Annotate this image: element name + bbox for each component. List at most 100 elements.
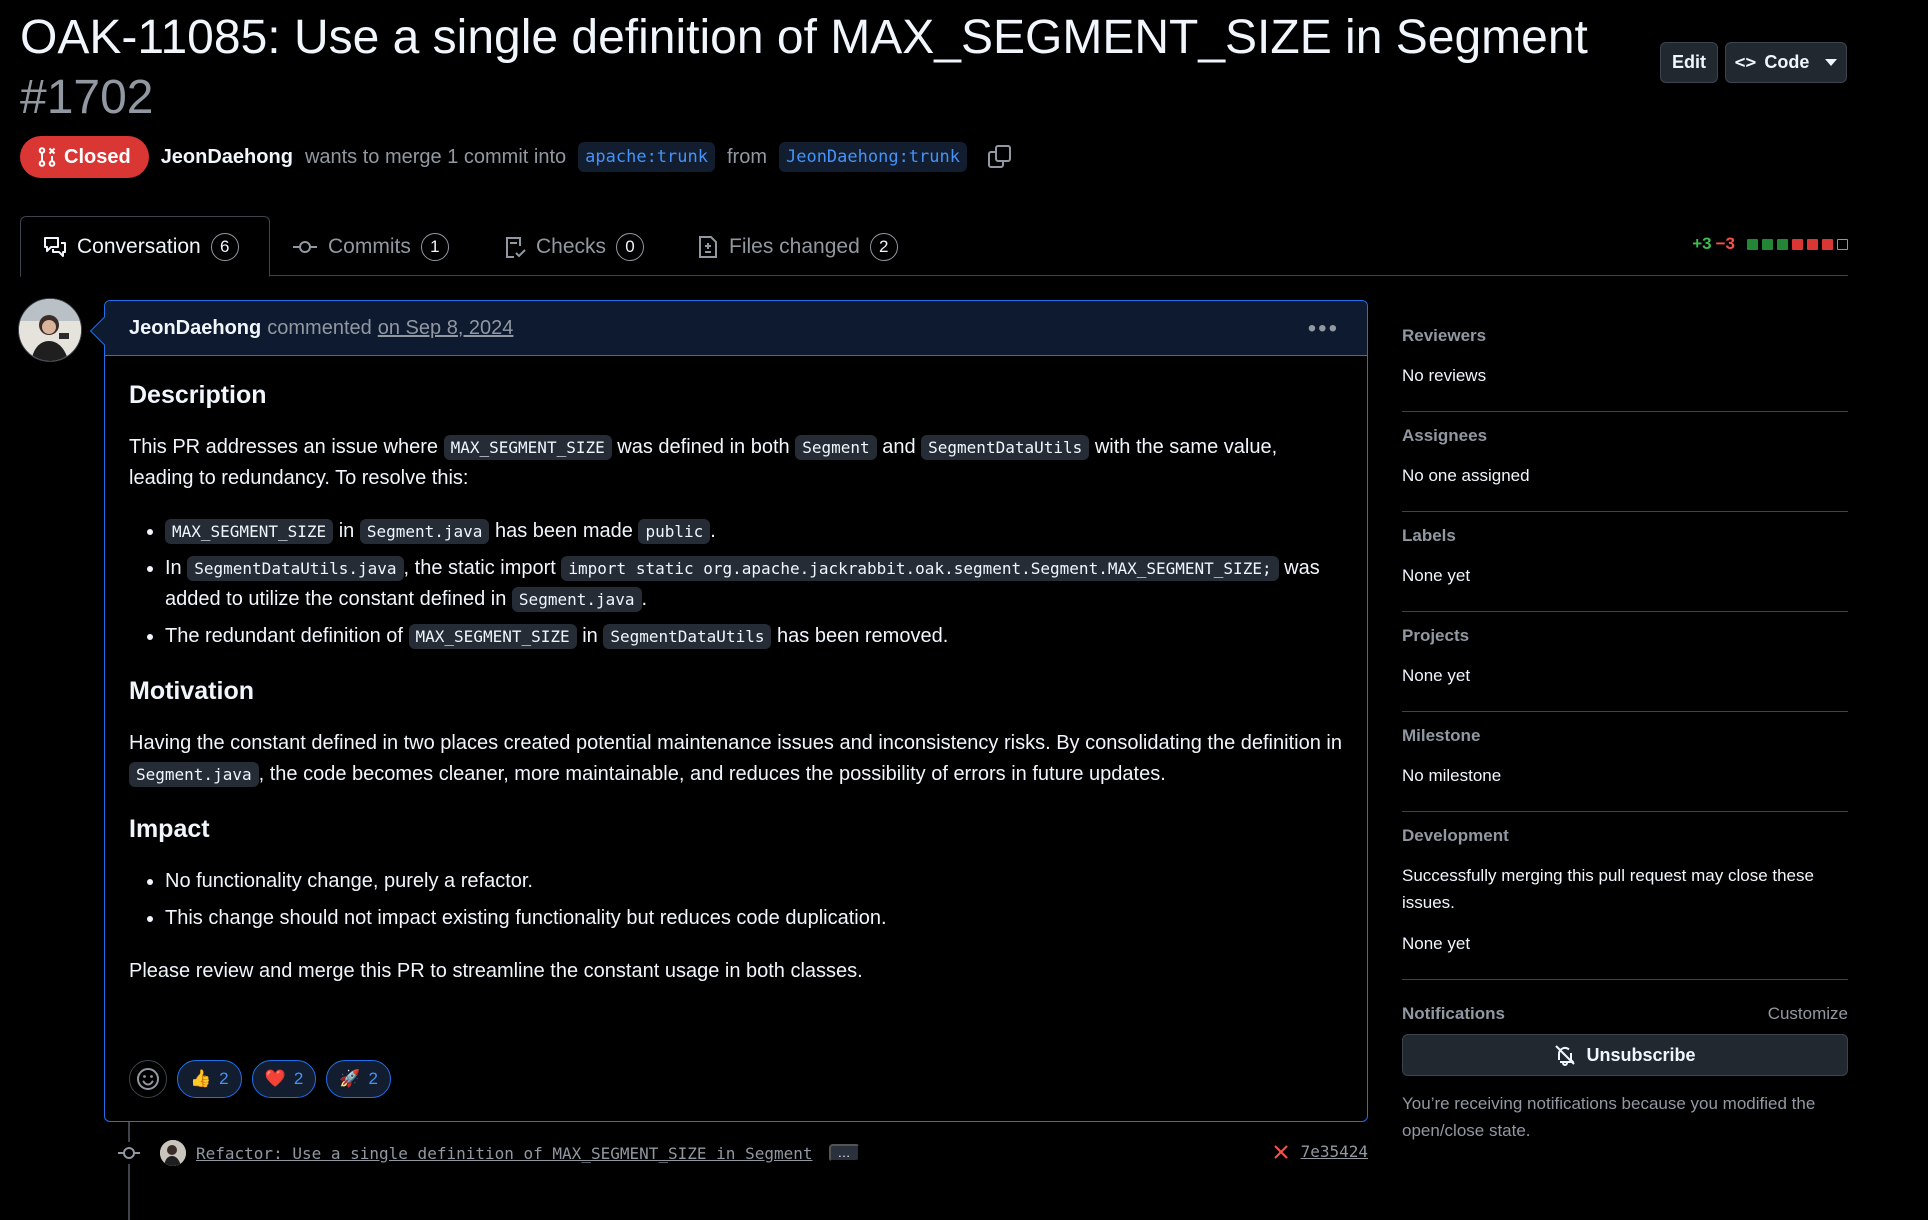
sidebar-value: No milestone (1402, 766, 1502, 785)
diffstat-block (1822, 238, 1833, 250)
tab-counter: 0 (616, 232, 645, 261)
bell-slash-icon (1555, 1045, 1576, 1066)
sidebar-title[interactable]: Assignees (1402, 426, 1848, 446)
reaction-count: 2 (219, 1069, 229, 1088)
reactions-bar: 👍 2 ❤️ 2 🚀 2 (129, 1060, 391, 1098)
inline-code: MAX_SEGMENT_SIZE (443, 435, 612, 460)
tab-conversation[interactable]: Conversation 6 (20, 216, 270, 277)
code-label: Code (1764, 52, 1810, 72)
from-text: from (726, 145, 767, 168)
list-item: MAX_SEGMENT_SIZE in Segment.java has bee… (165, 516, 1343, 547)
x-icon[interactable] (1273, 1144, 1289, 1160)
triangle-down-icon (1825, 59, 1838, 66)
thumbs-up-icon: 👍 (190, 1069, 212, 1088)
sidebar-value: None yet (1402, 666, 1471, 685)
commit-sha-link[interactable]: 7e35424 (1301, 1142, 1368, 1161)
sidebar-title[interactable]: Development (1402, 826, 1848, 846)
merge-text: wants to merge 1 commit into (304, 145, 567, 168)
head-branch[interactable]: JeonDaehong:trunk (778, 142, 967, 172)
sidebar-title[interactable]: Labels (1402, 526, 1848, 546)
kebab-horizontal-icon[interactable]: ••• (1308, 315, 1339, 343)
comment-body: Description This PR addresses an issue w… (105, 356, 1367, 1031)
sidebar-notifications: Notifications Customize Unsubscribe You’… (1402, 980, 1848, 1144)
git-commit-icon (118, 1142, 140, 1164)
text-span: in (338, 520, 355, 542)
pr-author-link[interactable]: JeonDaehong (161, 146, 293, 169)
commit-author-avatar[interactable] (160, 1140, 186, 1166)
pr-sidebar: Reviewers No reviews Assignees No one as… (1402, 312, 1848, 1144)
impact-list: No functionality change, purely a refact… (165, 866, 1343, 934)
inline-code: Segment.java (359, 519, 490, 544)
sidebar-value: Successfully merging this pull request m… (1402, 866, 1814, 912)
inline-code: Segment.java (511, 587, 642, 612)
diffstat-block (1792, 238, 1803, 250)
description-heading: Description (129, 381, 267, 409)
copy-icon[interactable] (987, 144, 1013, 170)
customize-link[interactable]: Customize (1768, 1004, 1848, 1024)
unsubscribe-label: Unsubscribe (1586, 1044, 1696, 1065)
list-item: No functionality change, purely a refact… (165, 866, 1343, 897)
sidebar-title: Notifications (1402, 1004, 1505, 1023)
tab-checks[interactable]: Checks 0 (482, 216, 666, 277)
reaction-thumbs-up[interactable]: 👍 2 (177, 1060, 242, 1098)
pr-state-row: Closed JeonDaehong wants to merge 1 comm… (20, 136, 1013, 178)
notifications-header: Notifications Customize (1402, 1004, 1848, 1024)
tab-counter: 1 (420, 232, 449, 261)
list-item: This change should not impact existing f… (165, 903, 1343, 934)
comment-action: commented (267, 316, 372, 339)
sidebar-value: None yet (1402, 566, 1471, 585)
pr-description-comment: JeonDaehong commented on Sep 8, 2024 •••… (89, 300, 1368, 1122)
text-span: In (165, 557, 182, 579)
state-badge: Closed (20, 136, 149, 178)
text-span: in (582, 625, 598, 647)
description-paragraph: This PR addresses an issue where MAX_SEG… (129, 432, 1343, 494)
edit-label: Edit (1672, 52, 1706, 72)
comment-author-link[interactable]: JeonDaehong (129, 317, 261, 340)
git-commit-icon (293, 240, 317, 253)
unsubscribe-button[interactable]: Unsubscribe (1402, 1034, 1848, 1076)
pr-title: OAK-11085: Use a single definition of MA… (20, 11, 1588, 64)
code-button[interactable]: <> Code (1725, 42, 1847, 83)
reaction-rocket[interactable]: 🚀 2 (326, 1060, 391, 1098)
text-span: Having the constant defined in two place… (129, 732, 1342, 754)
heart-icon: ❤️ (264, 1069, 286, 1088)
timeline-commit: Refactor: Use a single definition of MAX… (118, 1138, 1368, 1168)
sidebar-assignees: Assignees No one assigned (1402, 412, 1848, 512)
text-span: has been made (494, 520, 633, 542)
tab-label: Commits (328, 234, 411, 258)
motivation-heading: Motivation (129, 677, 254, 705)
closing-paragraph: Please review and merge this PR to strea… (129, 960, 863, 982)
avatar[interactable] (18, 298, 82, 362)
diffstat-additions: +3 (1692, 234, 1712, 253)
tab-commits[interactable]: Commits 1 (270, 216, 471, 277)
tab-files-changed[interactable]: Files changed 2 (675, 216, 920, 277)
base-branch[interactable]: apache:trunk (578, 142, 715, 172)
diffstat-block (1762, 238, 1773, 250)
list-item: In SegmentDataUtils.java, the static imp… (165, 553, 1343, 615)
edit-button[interactable]: Edit (1660, 42, 1718, 83)
reaction-count: 2 (368, 1069, 378, 1088)
sidebar-value: None yet (1402, 934, 1471, 953)
commit-expand-button[interactable]: … (828, 1144, 860, 1162)
sidebar-projects: Projects None yet (1402, 612, 1848, 712)
diffstat-block (1807, 238, 1818, 250)
avatar-image (19, 299, 81, 361)
text-span: , the static import (403, 557, 556, 579)
inline-code: MAX_SEGMENT_SIZE (165, 519, 334, 544)
comment-date-link[interactable]: on Sep 8, 2024 (378, 317, 514, 340)
diffstat: +3 −3 (1692, 234, 1848, 254)
text-span: . (641, 588, 648, 610)
sidebar-labels: Labels None yet (1402, 512, 1848, 612)
checklist-icon (506, 236, 526, 258)
text-span: The redundant definition of (165, 625, 403, 647)
inline-code: Segment.java (129, 762, 259, 787)
add-reaction-button[interactable] (129, 1060, 167, 1098)
sidebar-title[interactable]: Milestone (1402, 726, 1848, 746)
commit-message-link[interactable]: Refactor: Use a single definition of MAX… (196, 1144, 813, 1163)
sidebar-title[interactable]: Projects (1402, 626, 1848, 646)
rocket-icon: 🚀 (339, 1069, 361, 1088)
reaction-heart[interactable]: ❤️ 2 (251, 1060, 317, 1098)
impact-heading: Impact (129, 815, 210, 843)
sidebar-title[interactable]: Reviewers (1402, 326, 1848, 346)
tab-label: Checks (536, 234, 607, 258)
